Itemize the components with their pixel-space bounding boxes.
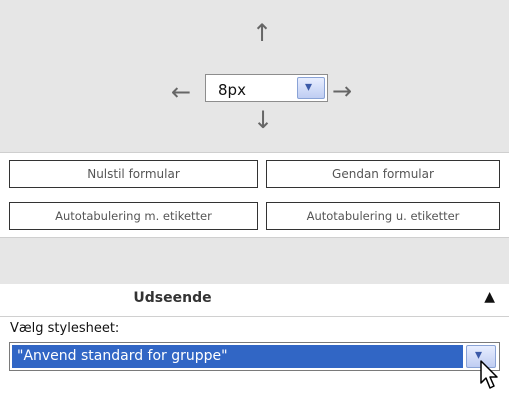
arrow-right-icon[interactable]: → [332,79,352,103]
stylesheet-selected-value: "Anvend standard for gruppe" [12,345,463,368]
appearance-section-header[interactable]: Udseende ▲ [0,284,509,317]
auto-tab-with-labels-button[interactable]: Autotabulering m. etiketter [9,202,258,230]
restore-form-button[interactable]: Gendan formular [266,160,500,188]
reset-form-button[interactable]: Nulstil formular [9,160,258,188]
stylesheet-select[interactable]: "Anvend standard for gruppe" ▾ [9,342,500,371]
divider [0,152,509,153]
auto-tab-without-labels-button[interactable]: Autotabulering u. etiketter [266,202,500,230]
mouse-cursor-icon [480,360,498,389]
arrow-left-icon[interactable]: ← [171,80,191,104]
spacing-panel: ↑ ← → ↓ 8px ▾ [0,0,509,152]
stylesheet-label: Vælg stylesheet: [10,321,120,336]
arrow-up-icon[interactable]: ↑ [252,21,272,45]
spacing-size-dropdown-button[interactable]: ▾ [297,77,325,99]
chevron-down-icon: ▾ [305,79,313,95]
spacing-size-select[interactable]: 8px ▾ [205,74,328,102]
spacer-band [0,237,509,284]
arrow-down-icon[interactable]: ↓ [253,108,273,132]
collapse-up-icon[interactable]: ▲ [484,289,495,305]
spacing-size-value: 8px [218,81,246,99]
appearance-section-title: Udseende [133,290,212,306]
